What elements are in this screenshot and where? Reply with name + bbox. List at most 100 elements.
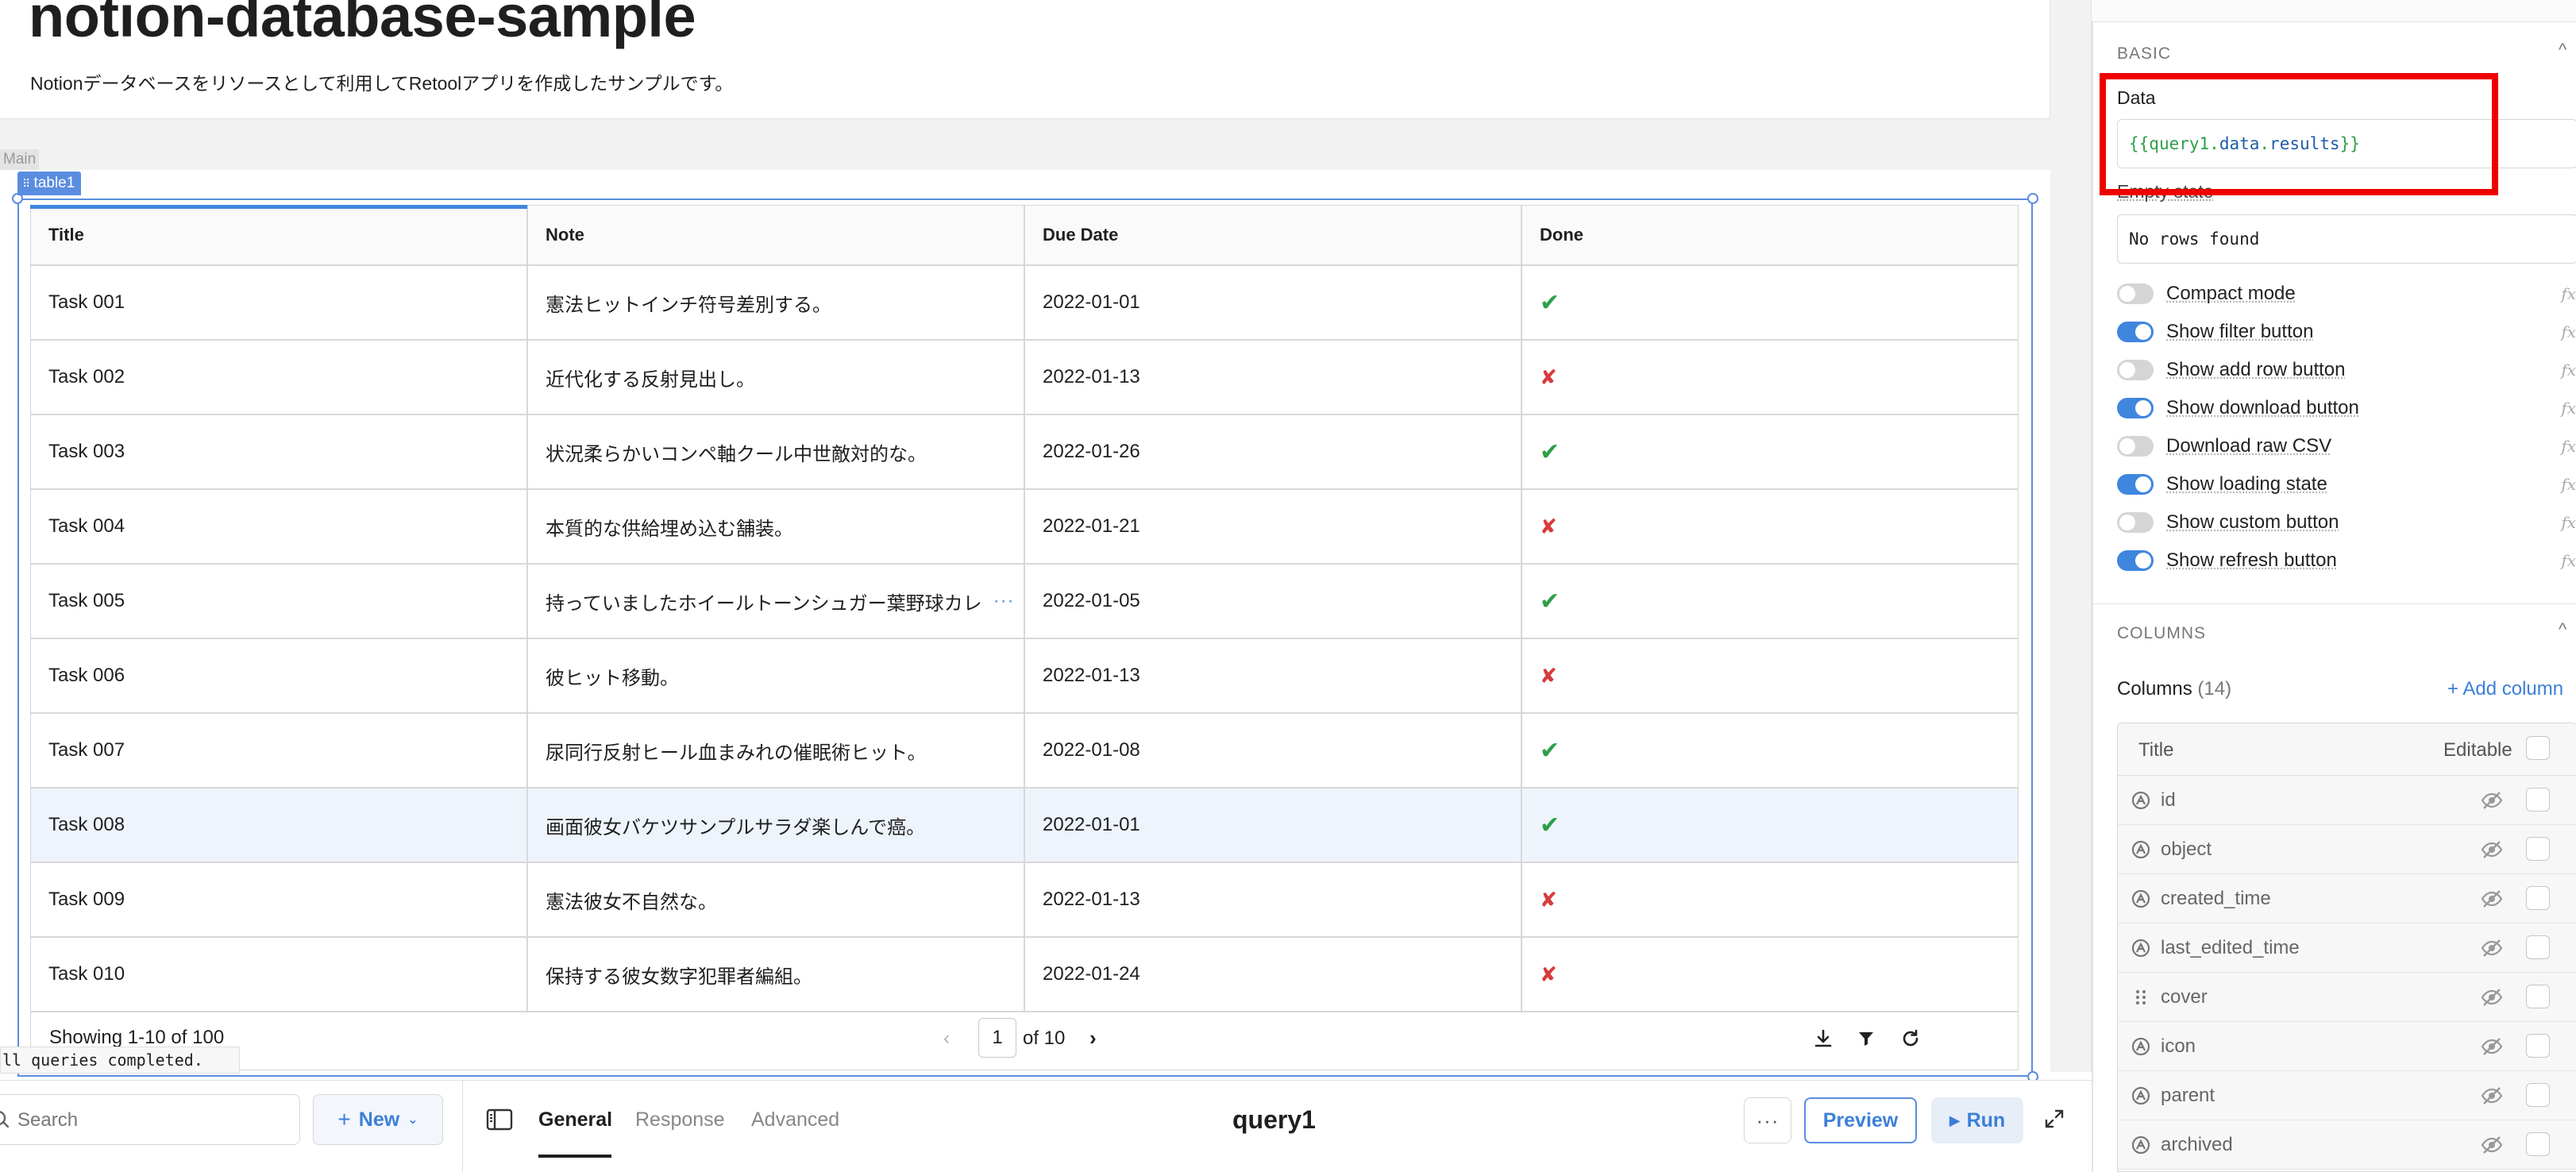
component-name-tag[interactable]: ⠿ table1 <box>17 172 82 195</box>
component-name-label: table1 <box>33 175 75 191</box>
editable-checkbox[interactable] <box>2526 788 2550 812</box>
columns-count: (14) <box>2197 678 2232 700</box>
column-name: last_edited_time <box>2161 937 2300 958</box>
fx-icon[interactable]: fx <box>2561 513 2576 532</box>
column-type-icon <box>2131 1036 2151 1061</box>
divider <box>462 1080 463 1172</box>
column-name: cover <box>2161 986 2208 1008</box>
more-options-button[interactable]: ··· <box>1744 1097 1791 1143</box>
run-label: Run <box>1966 1108 2006 1132</box>
column-row[interactable]: parent <box>2118 1071 2576 1120</box>
fx-icon[interactable]: fx <box>2561 437 2576 456</box>
column-row[interactable]: archived <box>2118 1120 2576 1170</box>
column-name: parent <box>2161 1085 2215 1106</box>
fx-icon[interactable]: fx <box>2561 399 2576 418</box>
toggle-label: Show refresh button <box>2166 549 2337 571</box>
new-query-button[interactable]: + New ⌄ <box>313 1094 443 1145</box>
toggle-download-raw-csv[interactable] <box>2117 436 2154 457</box>
hidden-eye-icon[interactable] <box>2480 987 2504 1012</box>
resize-handle[interactable] <box>2027 193 2038 204</box>
sidebar-toggle-icon[interactable] <box>486 1108 513 1135</box>
columns-list: Title Editable id object created_time last_… <box>2117 723 2576 1172</box>
toggle-row-show-filter-button: Show filter button fx <box>2117 316 2576 348</box>
toggle-label: Show download button <box>2166 397 2359 418</box>
fx-icon[interactable]: fx <box>2561 551 2576 570</box>
editable-checkbox[interactable] <box>2526 1034 2550 1058</box>
toggle-row-show-download-button: Show download button fx <box>2117 392 2576 424</box>
query-name[interactable]: query1 <box>1232 1105 1316 1135</box>
new-query-label: New <box>358 1108 400 1131</box>
column-type-icon <box>2131 839 2151 864</box>
column-name: object <box>2161 839 2212 860</box>
column-row[interactable]: last_edited_time <box>2118 923 2576 973</box>
hidden-eye-icon[interactable] <box>2480 1085 2504 1110</box>
toggle-row-compact-mode: Compact mode fx <box>2117 278 2576 310</box>
empty-state-input[interactable]: No rows found <box>2117 214 2576 264</box>
toggle-show-download-button[interactable] <box>2117 398 2154 418</box>
column-row[interactable]: object <box>2118 825 2576 874</box>
tab-response[interactable]: Response <box>635 1108 725 1132</box>
tab-advanced[interactable]: Advanced <box>751 1108 839 1132</box>
fx-icon[interactable]: fx <box>2561 284 2576 303</box>
hidden-eye-icon[interactable] <box>2480 938 2504 962</box>
chevron-down-icon: ⌄ <box>407 1113 418 1127</box>
toggle-show-filter-button[interactable] <box>2117 322 2154 342</box>
hidden-eye-icon[interactable] <box>2480 1135 2504 1159</box>
hidden-eye-icon[interactable] <box>2480 889 2504 913</box>
select-all-editable-checkbox[interactable] <box>2526 736 2550 760</box>
tab-general[interactable]: General <box>538 1108 612 1132</box>
query-search-placeholder: Search <box>17 1109 79 1131</box>
editable-checkbox[interactable] <box>2526 935 2550 959</box>
toggle-show-refresh-button[interactable] <box>2117 550 2154 571</box>
toggle-row-show-custom-button: Show custom button fx <box>2117 507 2576 538</box>
selection-frame <box>17 199 2033 1077</box>
editable-checkbox[interactable] <box>2526 985 2550 1008</box>
hidden-eye-icon[interactable] <box>2480 839 2504 864</box>
toggle-label: Download raw CSV <box>2166 435 2332 457</box>
column-name: created_time <box>2161 888 2271 909</box>
columns-label: Columns (14) <box>2117 678 2231 700</box>
toggle-label: Show filter button <box>2166 321 2314 342</box>
toggle-label: Compact mode <box>2166 283 2296 304</box>
main-container-tag: Main <box>0 149 40 170</box>
toggle-compact-mode[interactable] <box>2117 283 2154 304</box>
chevron-up-icon[interactable]: ^ <box>2559 619 2566 640</box>
toggle-show-custom-button[interactable] <box>2117 512 2154 533</box>
columns-section-title[interactable]: COLUMNS <box>2117 624 2206 643</box>
toggle-show-add-row-button[interactable] <box>2117 360 2154 380</box>
column-type-icon <box>2131 1085 2151 1110</box>
toggle-label: Show loading state <box>2166 473 2327 495</box>
add-column-button[interactable]: + Add column <box>2447 678 2563 700</box>
editable-checkbox[interactable] <box>2526 1083 2550 1107</box>
run-button[interactable]: ▶ Run <box>1931 1097 2023 1143</box>
hidden-eye-icon[interactable] <box>2480 1036 2504 1061</box>
columns-header-title: Title <box>2138 739 2174 761</box>
column-row[interactable]: cover <box>2118 973 2576 1022</box>
drag-handle-icon[interactable]: ⠿ <box>22 177 30 190</box>
page-subtitle: Notionデータベースをリソースとして利用してRetoolアプリを作成したサン… <box>30 73 734 94</box>
preview-button[interactable]: Preview <box>1804 1097 1917 1143</box>
column-name: archived <box>2161 1134 2233 1155</box>
expand-icon[interactable] <box>2044 1108 2065 1133</box>
divider <box>2092 603 2576 604</box>
chevron-up-icon[interactable]: ^ <box>2559 40 2566 60</box>
basic-section-title[interactable]: BASIC <box>2117 44 2171 64</box>
column-row[interactable]: id <box>2118 776 2576 825</box>
drag-handle-icon[interactable] <box>2131 987 2151 1012</box>
column-type-icon <box>2131 790 2151 815</box>
toggle-row-show-add-row-button: Show add row button fx <box>2117 354 2576 386</box>
fx-icon[interactable]: fx <box>2561 360 2576 380</box>
column-row[interactable]: icon <box>2118 1022 2576 1071</box>
toggle-show-loading-state[interactable] <box>2117 474 2154 495</box>
editable-checkbox[interactable] <box>2526 837 2550 861</box>
column-type-icon <box>2131 938 2151 962</box>
editable-checkbox[interactable] <box>2526 1132 2550 1156</box>
fx-icon[interactable]: fx <box>2561 322 2576 341</box>
columns-list-header: Title Editable <box>2118 723 2576 776</box>
column-type-icon <box>2131 1135 2151 1159</box>
column-row[interactable]: created_time <box>2118 874 2576 923</box>
hidden-eye-icon[interactable] <box>2480 790 2504 815</box>
play-icon: ▶ <box>1949 1112 1961 1128</box>
editable-checkbox[interactable] <box>2526 886 2550 910</box>
fx-icon[interactable]: fx <box>2561 475 2576 494</box>
